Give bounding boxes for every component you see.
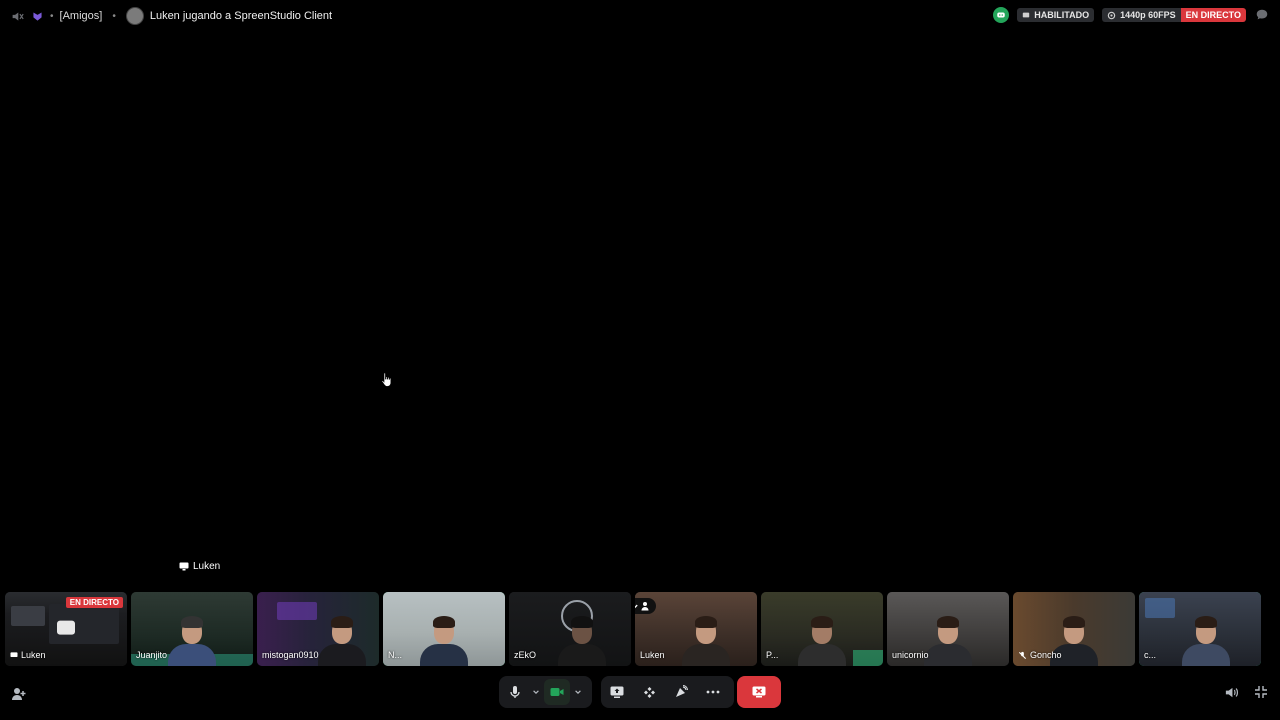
channel-icon	[30, 9, 44, 23]
participant-tile[interactable]: Juanjito	[131, 592, 253, 666]
hand-cursor-icon	[381, 372, 393, 393]
tile-name: P...	[766, 650, 779, 660]
top-bar: • [Amigos] • Luken jugando a SpreenStudi…	[0, 0, 1280, 32]
participant-figure	[556, 614, 608, 666]
camera-button[interactable]	[544, 679, 570, 705]
tile-name: c...	[1144, 650, 1157, 660]
call-header: • [Amigos] • Luken jugando a SpreenStudi…	[10, 7, 332, 25]
participant-figure	[796, 614, 848, 666]
participant-figure	[166, 614, 218, 666]
microphone-options-chevron[interactable]	[528, 679, 544, 705]
tile-name: unicornio	[892, 650, 929, 660]
stage-streamer-name: Luken	[193, 561, 221, 572]
leave-call-icon	[752, 686, 766, 698]
screen-icon	[179, 562, 189, 571]
participant-tile[interactable]: Goncho	[1013, 592, 1135, 666]
discord-icon[interactable]	[993, 7, 1010, 23]
activities-button[interactable]	[636, 679, 662, 705]
activities-icon	[643, 686, 655, 698]
more-icon	[706, 690, 720, 694]
participant-tile[interactable]: zEkO	[509, 592, 631, 666]
invite-icon[interactable]	[11, 686, 27, 702]
separator-dot: •	[50, 10, 54, 22]
separator-dot: •	[112, 10, 116, 22]
exit-fullscreen-icon[interactable]	[1254, 685, 1270, 701]
stage-streamer-label: Luken	[179, 561, 220, 572]
audio-video-controls	[499, 676, 592, 708]
activity-controls	[601, 676, 734, 708]
participant-tile[interactable]: mistogan0910	[257, 592, 379, 666]
soundboard-icon	[676, 685, 688, 697]
participant-tile[interactable]: unicornio	[887, 592, 1009, 666]
microphone-button[interactable]	[502, 679, 528, 705]
participant-tile[interactable]: Luken	[635, 592, 757, 666]
screen-icon	[10, 651, 18, 657]
tile-name: N...	[388, 650, 403, 660]
screen-share-icon	[610, 686, 624, 698]
add-friend-icon[interactable]	[641, 601, 651, 611]
camera-options-chevron[interactable]	[570, 679, 586, 705]
enabled-badge: HABILITADO	[1017, 8, 1095, 22]
microphone-icon	[510, 686, 520, 698]
chevron-down-icon[interactable]	[635, 602, 639, 611]
eye-icon	[1107, 11, 1116, 19]
screen-share-button[interactable]	[604, 679, 630, 705]
tile-overlay-controls[interactable]	[635, 598, 656, 614]
server-tag[interactable]: [Amigos]	[60, 10, 103, 22]
more-button[interactable]	[700, 679, 726, 705]
screen-share-preview-icon	[57, 620, 75, 635]
quality-label: 1440p 60FPS	[1120, 10, 1176, 20]
tile-name: Luken	[10, 650, 46, 660]
participant-figure	[316, 614, 368, 666]
enabled-label: HABILITADO	[1034, 10, 1090, 20]
broadcast-icon	[1023, 12, 1030, 18]
tile-live-badge: EN DIRECTO	[65, 597, 123, 608]
quality-badge: 1440p 60FPS	[1102, 8, 1181, 22]
participant-tile-speaking[interactable]: N...	[383, 592, 505, 666]
chevron-down-icon	[533, 690, 539, 695]
stream-title: Luken jugando a SpreenStudio Client	[149, 10, 333, 22]
participant-tile-speaking[interactable]: c...	[1139, 592, 1261, 666]
tile-name-label: Goncho	[1030, 650, 1062, 660]
camera-icon	[550, 688, 564, 696]
participant-strip: EN DIRECTO Luken Juanjito mistogan0910 N	[5, 592, 1275, 666]
tile-name: Juanjito	[136, 650, 168, 660]
tile-name: zEkO	[514, 650, 537, 660]
call-status-badges: HABILITADO 1440p 60FPS EN DIRECTO	[993, 7, 1270, 23]
leave-call-button[interactable]	[737, 676, 781, 708]
call-controls-bar	[0, 672, 1280, 720]
quality-live-badge: 1440p 60FPS EN DIRECTO	[1102, 8, 1246, 22]
tile-name-label: Luken	[21, 650, 46, 660]
tile-name: Luken	[640, 650, 665, 660]
participant-figure	[418, 614, 470, 666]
participant-figure	[922, 614, 974, 666]
speaker-muted-icon[interactable]	[10, 9, 24, 23]
chat-bubble-icon[interactable]	[1254, 7, 1270, 23]
volume-icon[interactable]	[1224, 685, 1240, 701]
main-stream-view[interactable]	[0, 32, 1280, 552]
tile-name: Goncho	[1018, 650, 1062, 660]
soundboard-button[interactable]	[668, 679, 694, 705]
chevron-down-icon	[575, 690, 581, 695]
streamer-avatar	[125, 7, 144, 25]
participant-figure	[1180, 614, 1232, 666]
live-badge: EN DIRECTO	[1180, 8, 1246, 22]
participant-tile-screen[interactable]: EN DIRECTO Luken	[5, 592, 127, 666]
participant-figure	[680, 614, 732, 666]
participant-tile[interactable]: P...	[761, 592, 883, 666]
muted-mic-icon	[1018, 651, 1027, 659]
tile-name: mistogan0910	[262, 650, 319, 660]
